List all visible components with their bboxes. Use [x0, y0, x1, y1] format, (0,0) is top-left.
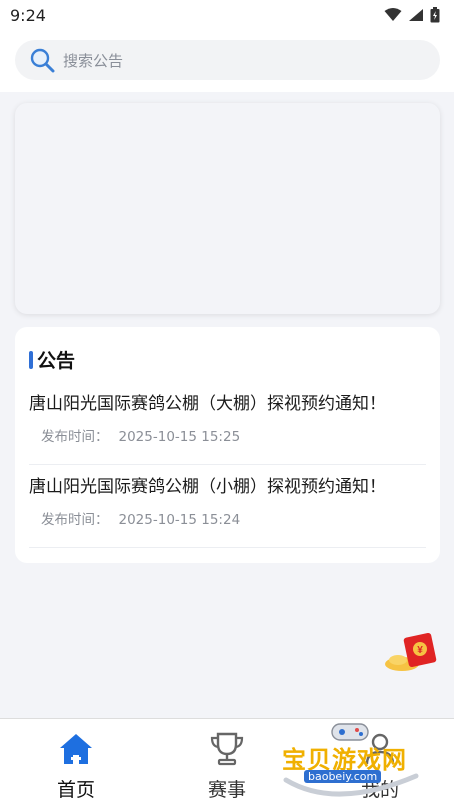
watermark-url: baobeiy.com: [304, 770, 382, 783]
notice-date: 2025-10-15 15:24: [118, 512, 241, 528]
status-bar: 9:24: [0, 0, 454, 30]
tab-label: 首页: [56, 779, 95, 801]
notice-date: 2025-10-15 15:25: [118, 429, 241, 445]
search-placeholder: 搜索公告: [63, 51, 124, 70]
search-input[interactable]: 搜索公告: [15, 40, 440, 80]
red-packet-icon[interactable]: ¥: [382, 632, 438, 672]
tab-label: 赛事: [207, 779, 246, 801]
notice-item-meta: 发布时间： 2025-10-15 15:24: [41, 508, 240, 528]
tab-events[interactable]: 赛事: [177, 729, 277, 804]
battery-icon: [430, 7, 440, 23]
wifi-icon: [384, 8, 402, 21]
notice-meta-label: 发布时间：: [41, 512, 109, 528]
signal-icon: [409, 9, 423, 21]
notice-header: 公告: [29, 346, 75, 373]
notice-item-meta: 发布时间： 2025-10-15 15:25: [41, 425, 240, 445]
status-time: 9:24: [10, 5, 46, 25]
watermark-logo: 宝贝游戏网 baobeiy.com: [276, 718, 426, 807]
notice-item[interactable]: 唐山阳光国际赛鸽公棚（大棚）探视预约通知！ 发布时间： 2025-10-15 15…: [29, 383, 426, 465]
notice-item-title: 唐山阳光国际赛鸽公棚（大棚）探视预约通知！: [29, 394, 386, 414]
tab-home[interactable]: 首页: [26, 729, 126, 804]
notice-card: 公告 唐山阳光国际赛鸽公棚（大棚）探视预约通知！ 发布时间： 2025-10-15…: [15, 327, 440, 563]
notice-title: 公告: [37, 350, 76, 372]
svg-text:¥: ¥: [417, 645, 423, 656]
trophy-icon: [210, 732, 244, 766]
search-bar: 搜索公告: [0, 30, 454, 92]
search-icon: [30, 48, 55, 73]
status-icons: [384, 7, 440, 23]
notice-item-title: 唐山阳光国际赛鸽公棚（小棚）探视预约通知！: [29, 477, 386, 497]
banner-card[interactable]: [15, 103, 440, 314]
home-icon: [60, 734, 92, 764]
notice-meta-label: 发布时间：: [41, 429, 109, 445]
notice-item[interactable]: 唐山阳光国际赛鸽公棚（小棚）探视预约通知！ 发布时间： 2025-10-15 15…: [29, 466, 426, 548]
notice-accent-bar: [29, 350, 33, 369]
